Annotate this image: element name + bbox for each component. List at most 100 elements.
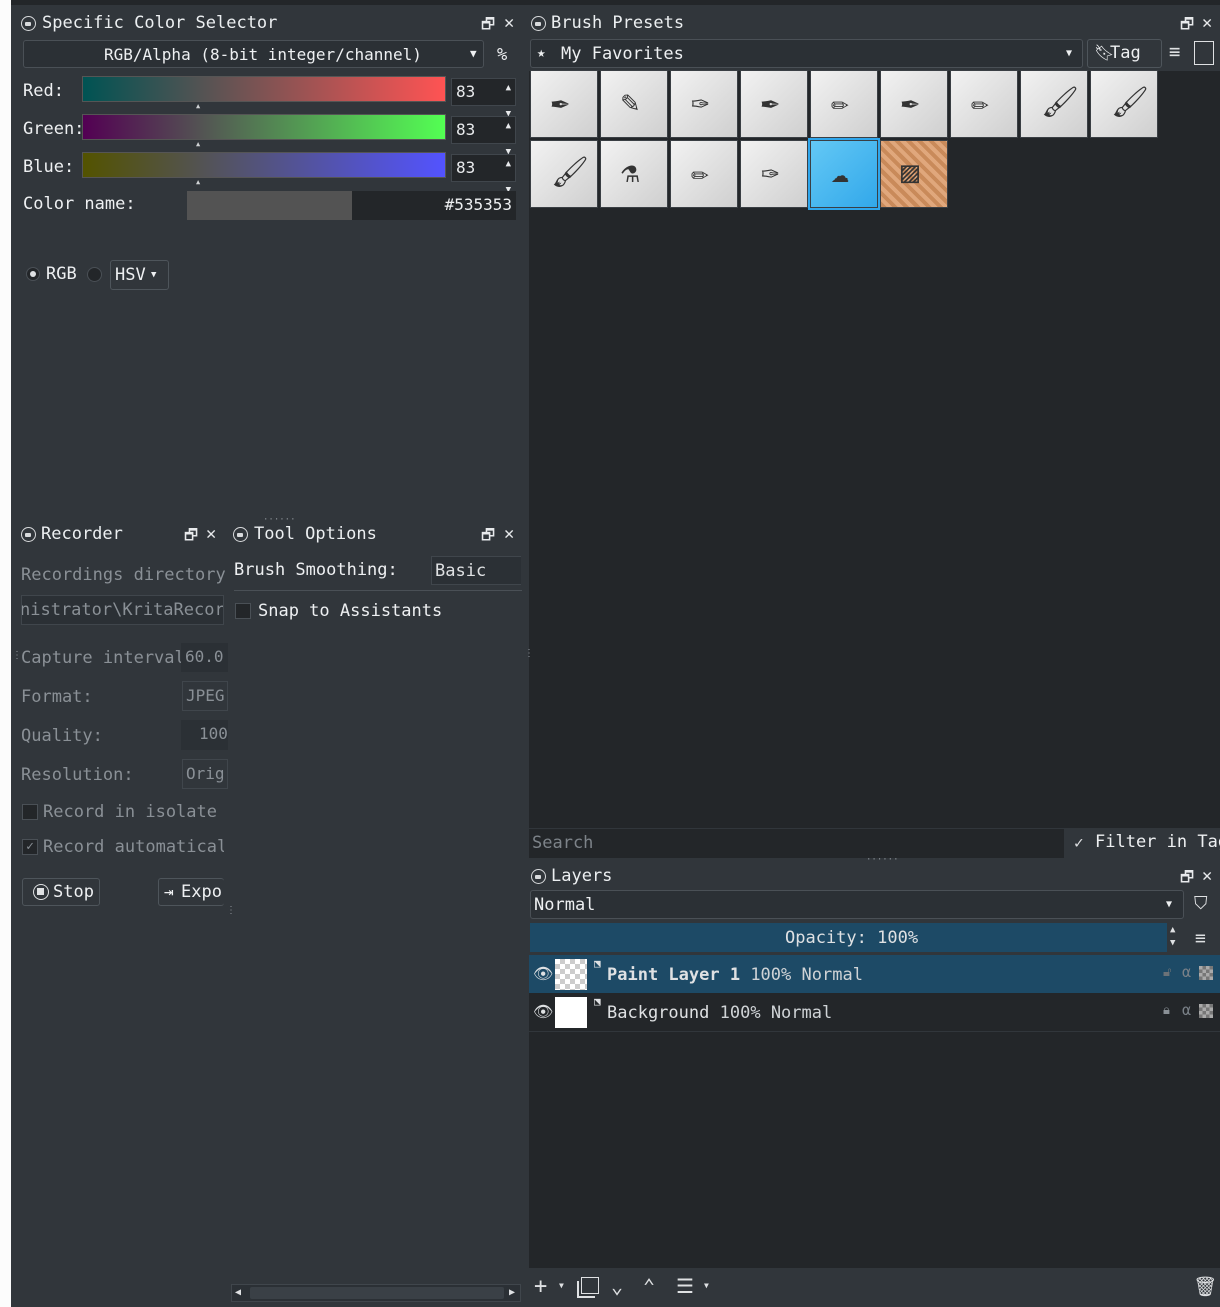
checkbox-checked-icon[interactable]: ✓ [1074, 833, 1084, 852]
rgb-radio[interactable] [26, 267, 40, 281]
brush-preset-tile[interactable]: ✒ [740, 70, 808, 138]
duplicate-layer-icon[interactable] [581, 1277, 599, 1294]
lock-icon[interactable] [21, 527, 36, 542]
brush-preset-tile[interactable]: ✏ [950, 70, 1018, 138]
recordings-directory-input[interactable]: nistrator\KritaRecorder [21, 595, 224, 625]
chevron-down-icon[interactable]: ▼ [704, 1281, 709, 1290]
splitter-handle-icon[interactable]: ⋮ [12, 650, 22, 661]
slider-handle-icon[interactable]: ▲ [196, 140, 200, 148]
menu-icon[interactable]: ≡ [1195, 928, 1206, 949]
brush-preset-tile[interactable]: ▨ [880, 140, 948, 208]
format-dropdown[interactable]: JPEG [182, 681, 228, 711]
eye-icon[interactable]: 👁︎ [533, 1002, 553, 1021]
blend-mode-dropdown[interactable]: Normal ▼ [530, 890, 1184, 919]
move-down-icon[interactable]: ⌄ [611, 1274, 623, 1298]
hex-input[interactable]: #535353 [352, 191, 516, 220]
red-slider[interactable] [82, 76, 446, 102]
snap-to-assistants-label: Snap to Assistants [258, 601, 443, 621]
unlock-icon[interactable]: 🔓︎ [1163, 965, 1171, 980]
horizontal-scrollbar[interactable]: ◀ ▶ [231, 1284, 521, 1302]
slider-handle-icon[interactable]: ▲ [196, 178, 200, 186]
alpha-lock-icon[interactable]: α [1182, 963, 1191, 981]
brush-preset-tile[interactable]: ✒ [530, 70, 598, 138]
blue-slider[interactable] [82, 152, 446, 178]
brush-icon: ✏ [691, 155, 710, 190]
green-spinbox[interactable]: 83 ▲ ▼ [451, 116, 516, 157]
eye-icon[interactable]: 👁︎ [533, 964, 553, 983]
inherit-alpha-icon[interactable] [1199, 1004, 1213, 1018]
export-button[interactable]: ⇥ Expor [158, 878, 224, 906]
resolution-dropdown[interactable]: Orig [182, 759, 228, 789]
brush-preset-tile[interactable]: ⚗ [600, 140, 668, 208]
hsv-radio[interactable] [87, 267, 102, 282]
inherit-alpha-icon[interactable] [1199, 966, 1213, 980]
record-automatically-checkbox[interactable]: ✓ [22, 839, 38, 855]
brush-preset-tile[interactable]: ✏ [670, 140, 738, 208]
move-up-icon[interactable]: ⌃ [643, 1274, 655, 1298]
float-icon[interactable]: 🗗 [1180, 16, 1194, 32]
opacity-slider[interactable]: Opacity: 100% [530, 923, 1167, 952]
lock-icon[interactable] [21, 16, 36, 31]
hsv-label: HSV [115, 265, 146, 285]
snap-to-assistants-checkbox[interactable] [235, 603, 251, 619]
percent-toggle[interactable]: % [497, 45, 507, 65]
lock-icon[interactable] [233, 527, 248, 542]
brush-smoothing-dropdown[interactable]: Basic [431, 556, 521, 585]
splitter-handle-icon[interactable]: ⋮ [524, 648, 534, 659]
blue-spinbox[interactable]: 83 ▲ ▼ [451, 154, 516, 195]
green-slider[interactable] [82, 114, 446, 140]
brush-preset-tile[interactable]: 🖌 [530, 140, 598, 208]
tag-button[interactable]: 🔖︎ Tag [1087, 39, 1162, 68]
capture-interval-input[interactable]: 60.0 [181, 643, 228, 672]
filter-icon[interactable]: ⛉ [1194, 893, 1208, 914]
layer-row[interactable]: 👁︎ ⬔ Background 100% Normal 🔒︎ α [529, 993, 1220, 1031]
add-layer-icon[interactable]: + [534, 1274, 547, 1299]
close-icon[interactable]: ✕ [1202, 15, 1212, 32]
tag-filter-dropdown[interactable]: ★ My Favorites ▼ [530, 39, 1083, 68]
float-icon[interactable]: 🗗 [1180, 869, 1194, 885]
spin-arrows-icon[interactable]: ▲ ▼ [1170, 924, 1175, 950]
hsv-dropdown[interactable]: HSV ▼ [110, 260, 169, 290]
close-icon[interactable]: ✕ [504, 15, 514, 32]
red-spinbox[interactable]: 83 ▲ ▼ [451, 78, 516, 119]
brush-smoothing-value: Basic [435, 561, 487, 581]
scroll-right-icon[interactable]: ▶ [509, 1287, 515, 1298]
float-icon[interactable]: 🗗 [481, 527, 495, 543]
brush-icon: ✒ [901, 85, 920, 120]
brush-preset-tile[interactable]: ☁ [808, 138, 880, 210]
brush-preset-tile[interactable]: ✎ [600, 70, 668, 138]
trash-icon[interactable]: 🗑︎ [1193, 1275, 1217, 1298]
menu-icon[interactable]: ≡ [1169, 41, 1180, 63]
brush-preset-tile[interactable]: 🖌 [1090, 70, 1158, 138]
brush-preset-tile[interactable]: 🖌 [1020, 70, 1088, 138]
lock-icon[interactable] [531, 869, 546, 884]
float-icon[interactable]: 🗗 [184, 527, 198, 543]
brush-preset-tile[interactable]: ✏ [810, 70, 878, 138]
alpha-lock-icon[interactable]: α [1182, 1001, 1191, 1019]
color-model-dropdown[interactable]: RGB/Alpha (8-bit integer/channel) ▼ [23, 40, 484, 68]
brush-icon: ✑ [691, 85, 710, 120]
splitter-handle-icon[interactable]: ⋮ [226, 905, 236, 916]
lock-icon[interactable]: 🔒︎ [1163, 1003, 1170, 1018]
close-icon[interactable]: ✕ [504, 526, 514, 543]
chevron-down-icon[interactable]: ▼ [559, 1281, 564, 1290]
panel-title: Layers [551, 866, 613, 886]
brush-preset-tile[interactable]: ✒ [880, 70, 948, 138]
isolate-mode-checkbox[interactable] [22, 804, 38, 820]
slider-handle-icon[interactable]: ▲ [196, 102, 200, 110]
quality-input[interactable]: 100 [181, 720, 228, 750]
stop-button[interactable]: Stop [22, 878, 100, 906]
brush-preset-tile[interactable]: ✑ [740, 140, 808, 208]
view-mode-icon[interactable] [1194, 41, 1214, 65]
close-icon[interactable]: ✕ [1202, 868, 1212, 885]
properties-icon[interactable]: ☰ [676, 1274, 694, 1298]
quality-label: Quality: [21, 726, 103, 746]
layer-row[interactable]: 👁︎ ⬔ Paint Layer 1 100% Normal 🔓︎ α [529, 955, 1220, 993]
brush-preset-tile[interactable]: ✑ [670, 70, 738, 138]
scroll-left-icon[interactable]: ◀ [235, 1287, 241, 1298]
lock-icon[interactable] [531, 16, 546, 31]
close-icon[interactable]: ✕ [206, 526, 216, 543]
quality-value: 100 [199, 724, 228, 743]
search-input[interactable]: Search [529, 829, 1064, 858]
float-icon[interactable]: 🗗 [481, 16, 495, 32]
